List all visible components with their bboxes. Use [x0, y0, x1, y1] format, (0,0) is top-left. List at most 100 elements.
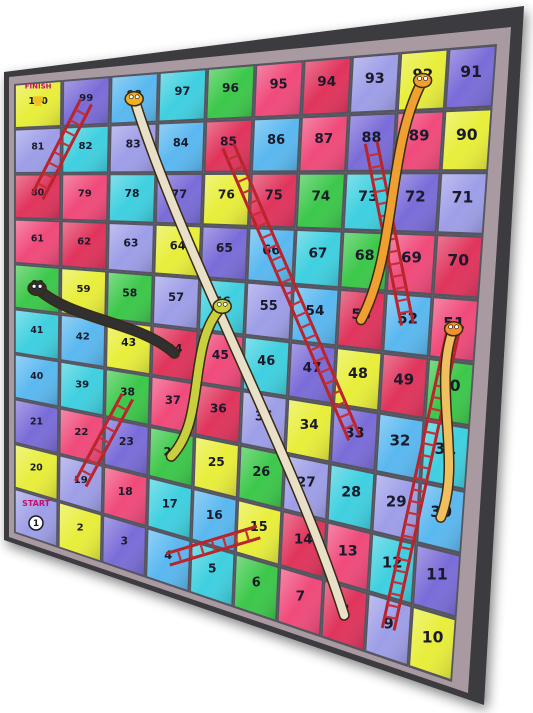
- cell-number: 87: [314, 131, 333, 147]
- board-cell: 86: [251, 116, 302, 173]
- snakes-and-ladders-board: 2 3 4 5 6 7 8 9 10 11 12 13 14 15 16 17 18 19 20 21 22 23 24 25…: [0, 0, 533, 713]
- cell-number: 21: [30, 417, 43, 428]
- cell-number: 99: [79, 93, 93, 104]
- cell-number: 32: [390, 431, 411, 449]
- board-cell: 70: [432, 233, 484, 300]
- cell-number: 95: [270, 78, 288, 93]
- board-cell: 74: [295, 172, 346, 231]
- cell-number: 25: [208, 455, 225, 469]
- snake-head: [212, 298, 232, 315]
- cell-number: 89: [409, 127, 430, 145]
- board-cell: 58: [106, 270, 154, 325]
- board-cell: 57: [152, 274, 200, 331]
- snake-eye: [216, 301, 222, 307]
- board-cell: 48: [333, 346, 383, 413]
- cell-number: 17: [162, 496, 178, 510]
- cell-number: 28: [341, 484, 361, 500]
- snake-eye: [222, 301, 228, 307]
- snake-eye: [423, 76, 428, 81]
- board-cell: 63: [107, 222, 155, 275]
- cell-number: 4: [164, 548, 172, 562]
- board-cell: 90: [440, 107, 493, 172]
- snake-eye: [128, 94, 134, 100]
- board-cell: 78: [107, 173, 157, 224]
- board-cell: 84: [156, 120, 206, 174]
- cell-number: 75: [265, 188, 283, 203]
- cell-number: 41: [30, 325, 43, 336]
- board-cell: 62: [60, 220, 108, 271]
- cell-number: 55: [260, 299, 278, 314]
- cell-number: 59: [76, 284, 90, 295]
- cell-number: 62: [77, 236, 91, 247]
- cells-grid: 2345678910111213141516171819202122232425…: [14, 44, 497, 682]
- cell-number: 97: [174, 84, 190, 98]
- cell-number: 68: [355, 248, 375, 264]
- cell-number: 86: [267, 133, 285, 148]
- cell-number: 45: [212, 348, 229, 362]
- cell-number: 79: [78, 189, 92, 200]
- cell-number: 91: [460, 63, 482, 81]
- cell-number: 61: [31, 233, 44, 244]
- cell-number: 78: [124, 187, 139, 200]
- board-cell: 49: [378, 352, 429, 420]
- board-cell: 61: [14, 218, 61, 268]
- cell-number: 49: [393, 370, 414, 388]
- board-cell: 39: [59, 360, 106, 417]
- cell-number: 76: [218, 188, 235, 202]
- cell-number: 11: [426, 566, 448, 584]
- cell-number: 3: [120, 535, 128, 548]
- cell-number: 36: [210, 401, 227, 415]
- board-cell: 95: [253, 60, 304, 119]
- cell-number: 39: [75, 380, 89, 391]
- cell-number: 72: [405, 188, 426, 206]
- board-cell: 97: [157, 68, 208, 123]
- cell-number: 74: [311, 188, 330, 204]
- cell-number: 42: [76, 332, 90, 343]
- cell-number: 7: [296, 589, 305, 605]
- cell-number: 93: [365, 71, 385, 87]
- cell-number: 58: [122, 286, 137, 299]
- board-cell: 87: [298, 114, 349, 173]
- snake-eye: [448, 324, 453, 330]
- cell-number: 26: [252, 465, 270, 480]
- board-cell: 28: [326, 462, 376, 533]
- cell-number: 84: [173, 136, 189, 150]
- cell-number: 71: [452, 189, 474, 207]
- trophy-icon: [33, 96, 44, 106]
- board-cell: 91: [444, 44, 497, 110]
- board-cell: 38: [104, 368, 151, 426]
- snake-head: [412, 72, 433, 89]
- board-cell: 88: [345, 112, 397, 173]
- cell-number: 13: [338, 543, 358, 559]
- cell-number: 96: [222, 81, 239, 95]
- snake-head: [124, 91, 144, 107]
- cell-number: 90: [456, 126, 478, 144]
- start-number: 1: [33, 519, 39, 529]
- board-cell: 55: [244, 281, 293, 342]
- cell-number: 5: [208, 562, 216, 576]
- cell-number: 82: [78, 141, 92, 152]
- snake-head: [27, 280, 47, 297]
- cell-number: 20: [30, 463, 43, 474]
- cell-number: 6: [252, 575, 261, 590]
- cell-number: 65: [216, 241, 233, 255]
- board-cell: 25: [192, 435, 240, 499]
- cell-number: 2: [77, 523, 84, 534]
- board-cell: 41: [14, 308, 61, 361]
- cell-number: 16: [206, 508, 223, 522]
- board-cell: 67: [293, 228, 343, 289]
- cell-number: 57: [168, 290, 184, 304]
- snake-eye: [37, 283, 43, 289]
- cell-number: 40: [30, 371, 43, 382]
- cell-number: 70: [447, 252, 469, 270]
- cell-number: 83: [126, 138, 141, 151]
- board-cell: 96: [205, 64, 256, 121]
- snake-eye: [134, 94, 140, 100]
- snake-eye: [417, 76, 422, 81]
- cell-number: 63: [123, 237, 138, 250]
- board-cell: 93: [348, 52, 401, 115]
- snake-eye: [454, 324, 459, 330]
- cell-number: 48: [348, 366, 368, 382]
- cell-number: 12: [382, 553, 403, 571]
- board-cell: 34: [284, 397, 334, 463]
